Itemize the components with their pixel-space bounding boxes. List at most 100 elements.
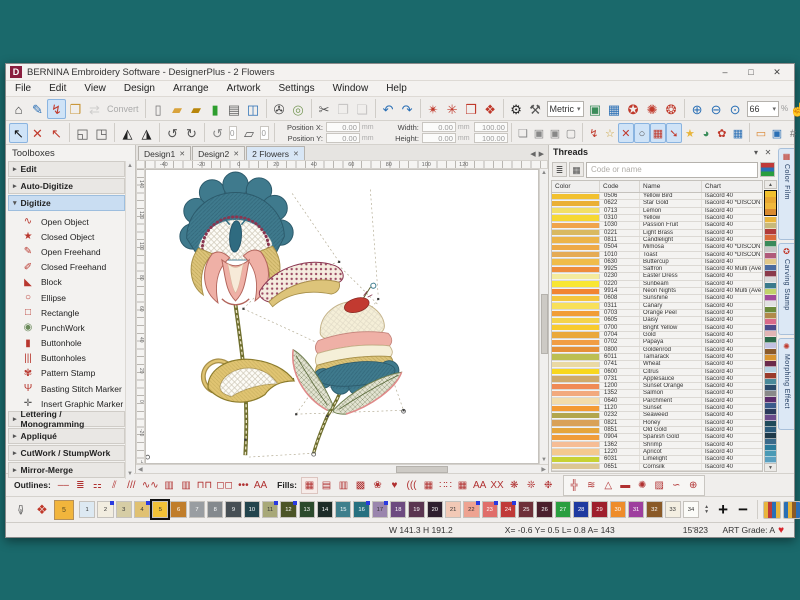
palette-swatch[interactable]: 13 (299, 501, 315, 518)
tool-rectangle[interactable]: □ Rectangle (20, 305, 125, 320)
canvas-horizontal-scrollbar[interactable]: ◀▶ (136, 464, 548, 473)
palette-swatch[interactable]: 31 (628, 501, 644, 518)
thread-row[interactable]: 0504 Mimosa Isacord 40 *DISCONT (552, 244, 762, 251)
tool-ellipse[interactable]: ○ Ellipse (20, 290, 125, 305)
fill-weave-icon[interactable]: ▦ (454, 477, 471, 494)
menu-item[interactable]: View (75, 81, 115, 97)
list-view-icon[interactable]: ≣ (552, 162, 567, 177)
outline-box-icon[interactable]: ▭ (753, 123, 769, 143)
fill-flower-icon[interactable]: ❀ (369, 477, 386, 494)
thread-row[interactable]: 1030 Passion Fruit Isacord 40 (552, 222, 762, 229)
paste-icon[interactable]: ❏ (353, 99, 372, 119)
tab-morphing-effect[interactable]: ✺ Morphing Effect (778, 338, 794, 430)
palette-swatch[interactable]: 9 (225, 501, 241, 518)
palette-swatch[interactable]: 8 (207, 501, 223, 518)
tool-open-freehand[interactable]: ✎ Open Freehand (20, 244, 125, 259)
palette-swatch[interactable]: 6 (170, 501, 186, 518)
tool-buttonhole[interactable]: ▮ Buttonhole (20, 336, 125, 351)
position-x-field[interactable]: 0.00 (326, 122, 360, 132)
thread-row[interactable]: 0651 Cornsilk Isacord 40 (552, 464, 762, 471)
thread-row[interactable]: 0630 Buttercup Isacord 40 (552, 259, 762, 266)
thread-row[interactable]: 0311 Canary Isacord 40 (552, 303, 762, 310)
palette-swatch[interactable]: 14 (317, 501, 333, 518)
tool-open-object[interactable]: ∿ Open Object (20, 214, 125, 229)
hoop-layout-icon[interactable]: ❏ (515, 123, 531, 143)
effect-star-icon[interactable]: ✺ (634, 477, 651, 494)
open-designs-folder-icon[interactable]: ❒ (66, 99, 85, 119)
add-color-button[interactable]: + (714, 500, 732, 520)
insert-embroidery-icon[interactable]: ✴ (424, 99, 443, 119)
tool-block[interactable]: ◣ Block (20, 275, 125, 290)
design-properties-icon[interactable]: ❖ (481, 99, 500, 119)
new-design-icon[interactable]: ▯ (149, 99, 168, 119)
menu-item[interactable]: Window (324, 81, 378, 97)
star-outline-icon[interactable]: ☆ (602, 123, 618, 143)
rotate-ccw-45-icon[interactable]: ↺ (163, 123, 182, 143)
tool-basting-stitch-marker[interactable]: Ψ Basting Stitch Marker (20, 381, 125, 396)
toolbox-section-header[interactable]: ▸CutWork / StumpWork (8, 445, 125, 461)
thread-row[interactable]: 1352 Salmon Isacord 40 (552, 390, 762, 397)
thread-row[interactable]: 9925 Saffron Isacord 40 Multi (Ave (552, 266, 762, 273)
palette-swatch[interactable]: 26 (536, 501, 552, 518)
fill-monogram-aa-icon[interactable]: AA (471, 477, 488, 494)
fill-monogram-xx-icon[interactable]: XX (488, 477, 505, 494)
artwork-canvas-icon[interactable]: ✎ (28, 99, 47, 119)
thread-row[interactable]: 0640 Parchment Isacord 40 (552, 398, 762, 405)
tool-closed-freehand[interactable]: ✐ Closed Freehand (20, 260, 125, 275)
palette-swatch[interactable]: 20 (427, 501, 443, 518)
palette-swatch[interactable]: 21 (445, 501, 461, 518)
outline-motif-icon[interactable]: ◻◻ (214, 477, 235, 494)
scale-x-field[interactable]: 100.00 (474, 122, 508, 132)
menu-item[interactable]: Settings (269, 81, 323, 97)
close-button[interactable]: ✕ (764, 64, 790, 80)
overlay-design-icon[interactable]: ❒ (462, 99, 481, 119)
palette-swatch[interactable]: 18 (390, 501, 406, 518)
embroidery-canvas-icon[interactable]: ↯ (47, 99, 66, 119)
palette-swatch[interactable]: 12 (280, 501, 296, 518)
palette-swatch[interactable]: 11 (262, 501, 278, 518)
minimize-button[interactable]: – (712, 64, 738, 80)
background-picture-icon[interactable]: ▣ (586, 99, 605, 119)
palette-swatch[interactable]: 32 (646, 501, 662, 518)
thread-row[interactable]: 0851 Old Gold Isacord 40 (552, 427, 762, 434)
thread-row[interactable]: 0221 Light Brass Isacord 40 (552, 230, 762, 237)
outline-candlewick-icon[interactable]: ••• (235, 477, 252, 494)
thread-colors-button[interactable] (763, 501, 781, 519)
thread-row[interactable]: 1200 Sunset Orange Isacord 40 (552, 383, 762, 390)
height-field[interactable]: 0.00 (422, 133, 456, 143)
eyedropper-icon[interactable]: ✑ (10, 500, 30, 520)
hoop-1-icon[interactable]: ▣ (531, 123, 547, 143)
freehand-scribble-icon[interactable]: ✕ (618, 123, 634, 143)
menu-item[interactable]: Design (115, 81, 164, 97)
zoom-1to1-icon[interactable]: ⊙ (726, 99, 745, 119)
palette-swatch[interactable]: 19 (408, 501, 424, 518)
scale-y-field[interactable]: 100.00 (474, 133, 508, 143)
toolbox-scrollbar[interactable]: ▲▼ (125, 161, 134, 479)
thread-chart-colors-icon[interactable] (760, 162, 775, 177)
write-to-machine-icon[interactable]: ✇ (270, 99, 289, 119)
fill-lace1-icon[interactable]: ❋ (506, 477, 523, 494)
palette-swatch[interactable]: 5 (152, 501, 168, 518)
effect-curve-icon[interactable]: ∽ (668, 477, 685, 494)
mouse-hoop-icon[interactable]: ◎ (289, 99, 308, 119)
effect-texture-icon[interactable]: ▨ (651, 477, 668, 494)
thread-row[interactable]: 0741 Wheat Isacord 40 (552, 361, 762, 368)
thread-row[interactable]: 0220 Sunbeam Isacord 40 (552, 281, 762, 288)
palette-spinner[interactable]: ▲▼ (704, 505, 709, 515)
thread-row[interactable]: 1120 Sunset Isacord 40 (552, 405, 762, 412)
palette-swatch[interactable]: 28 (573, 501, 589, 518)
outline-monogram-icon[interactable]: AA (252, 477, 269, 494)
star-fill-icon[interactable]: ★ (682, 123, 698, 143)
palette-swatch[interactable]: 7 (189, 501, 205, 518)
close-panel-icon[interactable]: ✕ (762, 148, 774, 157)
paint-bucket-icon[interactable]: ❖ (32, 500, 52, 520)
fill-fancy-icon[interactable]: ▩ (352, 477, 369, 494)
rotate-cw-45-icon[interactable]: ↻ (182, 123, 201, 143)
close-tab-icon[interactable]: ✕ (233, 150, 239, 158)
fill-ripple-icon[interactable]: ((( (403, 477, 420, 494)
effect-gradient-icon[interactable]: ▬ (617, 477, 634, 494)
tool-punchwork[interactable]: ◉ PunchWork (20, 320, 125, 335)
thread-row[interactable]: 0608 Sunshine Isacord 40 (552, 295, 762, 302)
thread-row[interactable]: 0731 Applesauce Isacord 40 (552, 376, 762, 383)
home-icon[interactable]: ⌂ (9, 99, 28, 119)
